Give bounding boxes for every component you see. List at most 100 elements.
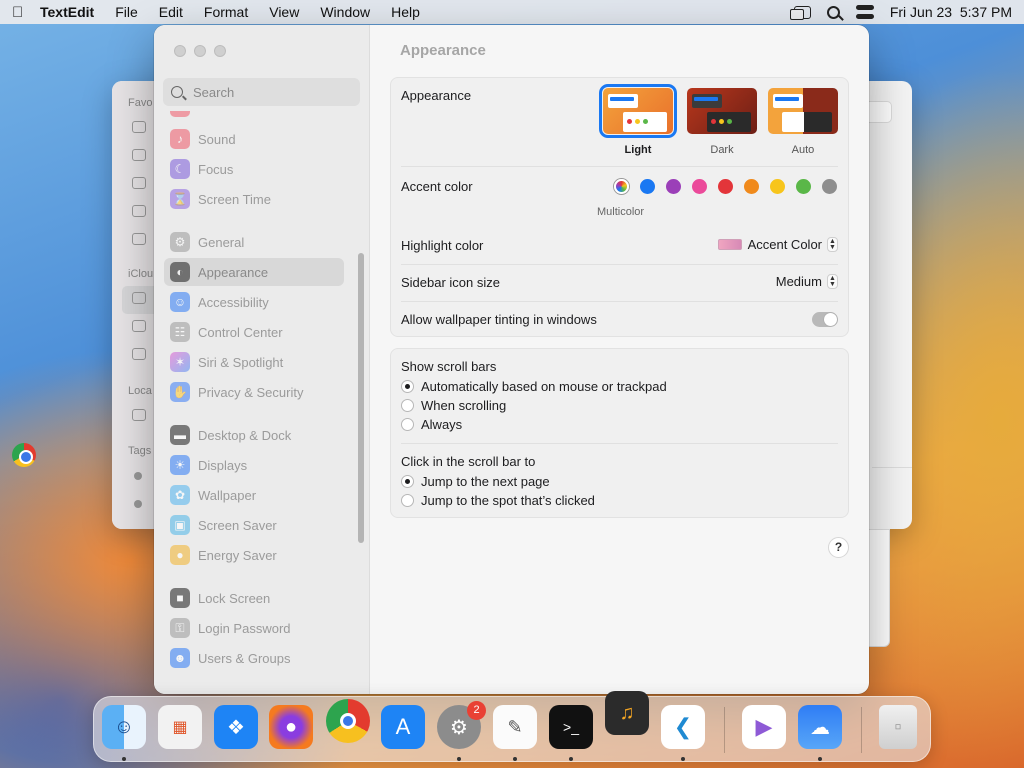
dock-finder[interactable]: ☺	[102, 705, 146, 749]
menu-view[interactable]: View	[269, 4, 299, 20]
running-indicator	[457, 757, 461, 761]
menu-format[interactable]: Format	[204, 4, 248, 20]
dock-chrome[interactable]	[326, 699, 370, 743]
menu-datetime[interactable]: Fri Jun 23 5:37 PM	[890, 4, 1012, 20]
menu-help[interactable]: Help	[391, 4, 420, 20]
sidebar-item-screen-time[interactable]: ⌛ Screen Time	[164, 185, 344, 213]
icloud-drive-icon[interactable]	[132, 292, 146, 304]
dock-terminal[interactable]: >_	[549, 705, 593, 749]
sidebar-item-screen-saver[interactable]: ▣ Screen Saver	[164, 511, 344, 539]
sidebar-item-privacy-security[interactable]: ✋ Privacy & Security	[164, 378, 344, 406]
menu-window[interactable]: Window	[320, 4, 370, 20]
finder-sidebar: Favo iClou Loca Tags	[112, 81, 162, 529]
sidebar-item-focus[interactable]: ☾ Focus	[164, 155, 344, 183]
help-button[interactable]: ?	[828, 537, 849, 558]
close-button[interactable]	[174, 45, 186, 57]
dock-launchpad[interactable]: ▦	[158, 705, 202, 749]
menu-edit[interactable]: Edit	[159, 4, 183, 20]
jump-spot-clicked-radio[interactable]: Jump to the spot that’s clicked	[401, 493, 595, 508]
dock-app-store[interactable]: A	[381, 705, 425, 749]
dock-trash[interactable]: ▫	[879, 705, 917, 749]
accent-pink-swatch[interactable]	[692, 179, 707, 194]
sidebar-item-users-groups[interactable]: ☻ Users & Groups	[164, 644, 344, 672]
dock-safari[interactable]: ❖	[214, 705, 258, 749]
appearance-light-option[interactable]	[599, 84, 677, 138]
scroll-auto-radio[interactable]: Automatically based on mouse or trackpad	[401, 379, 667, 394]
sidebar-item-login-password[interactable]: ⚿ Login Password	[164, 614, 344, 642]
radio-button[interactable]	[401, 475, 414, 488]
jump-next-page-radio[interactable]: Jump to the next page	[401, 474, 550, 489]
dock-firefox[interactable]: ●	[269, 705, 313, 749]
network-icon[interactable]	[132, 409, 146, 421]
highlight-color-popup[interactable]: Accent Color ▲ ▼	[717, 237, 838, 252]
dock-vscode[interactable]: ❮	[661, 705, 705, 749]
control-center-icon[interactable]	[855, 5, 874, 19]
shared-folder-icon[interactable]	[132, 348, 146, 360]
documents-icon[interactable]	[132, 205, 146, 217]
sidebar-icon-size-popup[interactable]: Medium ▲ ▼	[776, 274, 838, 289]
sidebar-item-sound[interactable]: ♪ Sound	[164, 125, 344, 153]
search-icon[interactable]	[826, 5, 840, 19]
downloads-icon[interactable]	[132, 233, 146, 245]
accent-blue-swatch[interactable]	[640, 179, 655, 194]
firefox-icon: ●	[284, 715, 298, 738]
menu-file[interactable]: File	[115, 4, 138, 20]
vscode-icon: ❮	[673, 714, 693, 739]
wallpaper-tinting-toggle[interactable]	[812, 312, 838, 327]
sidebar-item-partial[interactable]	[164, 111, 344, 121]
accent-graphite-swatch[interactable]	[822, 179, 837, 194]
dock-garageband[interactable]: ♫	[605, 691, 649, 735]
minimize-button[interactable]	[194, 45, 206, 57]
zoom-button[interactable]	[214, 45, 226, 57]
scroll-bars-group: Show scroll bars Automatically based on …	[390, 348, 849, 518]
system-settings-window: Search ♪ Sound ☾ Focus ⌛ Screen Time ⚙ G…	[154, 25, 869, 694]
applications-icon[interactable]	[132, 149, 146, 161]
dock-textedit[interactable]: ✎	[493, 705, 537, 749]
highlight-color-row: Highlight color Accent Color ▲ ▼	[401, 237, 838, 258]
windows-icon[interactable]	[789, 5, 811, 20]
gear-icon: ⚙	[170, 232, 190, 252]
highlight-color-label: Highlight color	[401, 238, 484, 253]
running-indicator	[818, 757, 822, 761]
sidebar-item-wallpaper[interactable]: ✿ Wallpaper	[164, 481, 344, 509]
running-indicator	[513, 757, 517, 761]
sidebar-item-appearance[interactable]: ◐ Appearance	[164, 258, 344, 286]
running-indicator	[681, 757, 685, 761]
sidebar-item-displays[interactable]: ☀ Displays	[164, 451, 344, 479]
sidebar-item-desktop-dock[interactable]: ▬ Desktop & Dock	[164, 421, 344, 449]
recents-icon[interactable]	[132, 121, 146, 133]
accent-multicolor-swatch[interactable]	[614, 179, 629, 194]
appearance-dark-option[interactable]	[687, 88, 757, 134]
apple-menu-icon[interactable]: 	[12, 4, 40, 21]
scroll-when-scrolling-radio[interactable]: When scrolling	[401, 398, 506, 413]
radio-button[interactable]	[401, 494, 414, 507]
tag-dot-icon[interactable]	[134, 500, 142, 508]
tag-dot-icon[interactable]	[134, 472, 142, 480]
appearance-auto-option[interactable]	[768, 88, 838, 134]
search-input[interactable]: Search	[163, 78, 360, 106]
sidebar-item-siri-spotlight[interactable]: ✶ Siri & Spotlight	[164, 348, 344, 376]
cloud-icon[interactable]	[132, 320, 146, 332]
accent-red-swatch[interactable]	[718, 179, 733, 194]
dock-visual-studio[interactable]: ▶	[742, 705, 786, 749]
accent-orange-swatch[interactable]	[744, 179, 759, 194]
sidebar-item-lock-screen[interactable]: ■ Lock Screen	[164, 584, 344, 612]
accent-yellow-swatch[interactable]	[770, 179, 785, 194]
radio-button[interactable]	[401, 399, 414, 412]
chrome-desktop-icon[interactable]	[12, 443, 36, 467]
radio-button[interactable]	[401, 418, 414, 431]
sidebar-item-control-center[interactable]: ☷ Control Center	[164, 318, 344, 346]
desktop-icon[interactable]	[132, 177, 146, 189]
pencil-icon: ✎	[507, 716, 523, 737]
sidebar-item-general[interactable]: ⚙ General	[164, 228, 344, 256]
menu-app-name[interactable]: TextEdit	[40, 4, 94, 20]
radio-button[interactable]	[401, 380, 414, 393]
dock-weather[interactable]: ☁	[798, 705, 842, 749]
sidebar-item-label: Lock Screen	[198, 590, 271, 606]
sidebar-item-energy-saver[interactable]: ● Energy Saver	[164, 541, 344, 569]
sidebar-item-accessibility[interactable]: ☺ Accessibility	[164, 288, 344, 316]
accent-purple-swatch[interactable]	[666, 179, 681, 194]
sidebar-scrollbar[interactable]	[358, 253, 364, 543]
scroll-always-radio[interactable]: Always	[401, 417, 462, 432]
accent-green-swatch[interactable]	[796, 179, 811, 194]
